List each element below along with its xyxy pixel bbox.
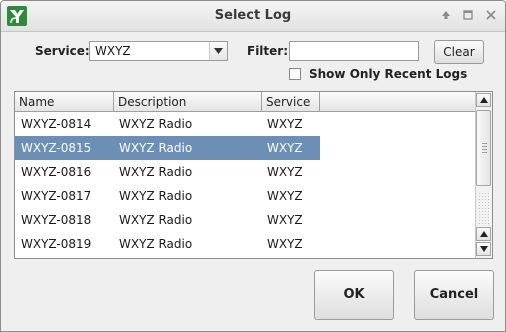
close-icon[interactable] [484, 9, 498, 23]
cell-description: WXYZ Radio [119, 165, 193, 179]
cell-service: WXYZ [267, 165, 303, 179]
maximize-icon[interactable] [461, 9, 475, 23]
cell-name: WXYZ-0819 [21, 237, 92, 251]
cell-description: WXYZ Radio [119, 213, 193, 227]
cell-service: WXYZ [267, 237, 303, 251]
scroll-up-icon-lower[interactable] [476, 227, 491, 241]
table-header: Name Description Service [15, 92, 477, 112]
table-row[interactable]: WXYZ-0816 WXYZ Radio WXYZ [15, 160, 320, 184]
vertical-scrollbar[interactable] [475, 92, 492, 258]
cell-name: WXYZ-0814 [21, 117, 92, 131]
title-bar[interactable]: Select Log [1, 1, 505, 32]
recent-logs-checkbox[interactable] [289, 68, 301, 80]
clear-button[interactable]: Clear [434, 40, 484, 64]
filter-input[interactable] [289, 41, 419, 61]
service-combo[interactable]: WXYZ [89, 41, 228, 61]
table-row[interactable]: WXYZ-0814 WXYZ Radio WXYZ [15, 112, 320, 136]
column-header-name[interactable]: Name [15, 92, 114, 112]
column-header-filler [320, 92, 477, 112]
cell-description: WXYZ Radio [119, 141, 193, 155]
column-header-description[interactable]: Description [114, 92, 262, 112]
cell-name: WXYZ-0815 [21, 141, 92, 155]
scroll-track[interactable] [478, 192, 489, 224]
table-row[interactable]: WXYZ-0819 WXYZ Radio WXYZ [15, 232, 320, 256]
cell-description: WXYZ Radio [119, 189, 193, 203]
table-row[interactable]: WXYZ-0818 WXYZ Radio WXYZ [15, 208, 320, 232]
cell-service: WXYZ [267, 213, 303, 227]
window-title: Select Log [214, 8, 292, 23]
cell-name: WXYZ-0817 [21, 189, 92, 203]
table-row[interactable]: WXYZ-0817 WXYZ Radio WXYZ [15, 184, 320, 208]
cell-name: WXYZ-0816 [21, 165, 92, 179]
minimize-icon[interactable] [439, 9, 453, 23]
table-row-selected[interactable]: WXYZ-0815 WXYZ Radio WXYZ [15, 136, 320, 160]
column-header-service[interactable]: Service [262, 92, 320, 112]
cell-name: WXYZ-0818 [21, 213, 92, 227]
grip-icon [482, 143, 487, 155]
scrollbar-thumb[interactable] [476, 110, 491, 186]
cancel-button[interactable]: Cancel [414, 270, 494, 320]
cell-description: WXYZ Radio [119, 117, 193, 131]
log-table: Name Description Service WXYZ-0814 WXYZ … [14, 91, 493, 259]
service-selected-value: WXYZ [95, 44, 131, 58]
filter-label: Filter: [247, 44, 289, 58]
recent-logs-label: Show Only Recent Logs [309, 67, 468, 81]
scroll-up-icon[interactable] [476, 93, 491, 107]
select-log-dialog: Select Log Service: WXYZ Filter: Clear S… [0, 0, 506, 332]
cell-service: WXYZ [267, 117, 303, 131]
ok-button[interactable]: OK [314, 270, 394, 320]
cell-service: WXYZ [267, 141, 303, 155]
scroll-down-icon[interactable] [476, 242, 491, 256]
service-label: Service: [35, 44, 90, 58]
cell-service: WXYZ [267, 189, 303, 203]
cell-description: WXYZ Radio [119, 237, 193, 251]
chevron-down-icon[interactable] [209, 42, 227, 60]
